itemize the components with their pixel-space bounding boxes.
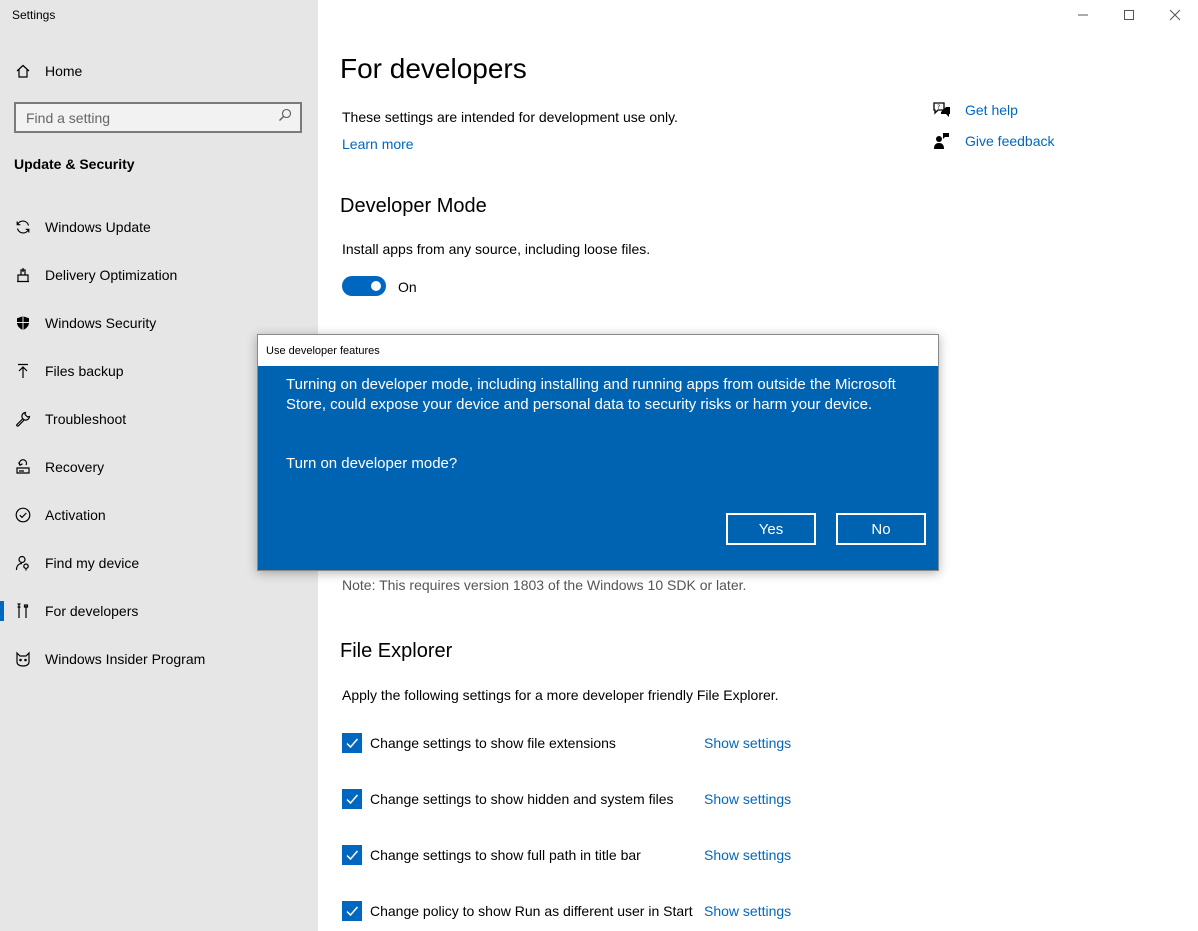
check-circle-icon <box>14 506 32 524</box>
get-help-label: Get help <box>965 102 1018 118</box>
page-title: For developers <box>340 53 527 84</box>
show-settings-link-hidden-files[interactable]: Show settings <box>704 791 791 807</box>
sidebar-item-label: Troubleshoot <box>45 411 127 427</box>
sidebar-item-label: Files backup <box>45 363 124 379</box>
svg-text:?: ? <box>937 104 940 111</box>
file-explorer-heading: File Explorer <box>340 640 453 662</box>
dialog-title: Use developer features <box>258 335 938 366</box>
checkmark-icon <box>346 794 359 805</box>
setting-row-file-extensions: Change settings to show file extensions <box>342 733 616 753</box>
sdk-note: Note: This requires version 1803 of the … <box>342 577 747 593</box>
window-title: Settings <box>12 8 56 22</box>
setting-row-hidden-files: Change settings to show hidden and syste… <box>342 789 674 809</box>
sidebar-item-label: Windows Update <box>45 219 151 235</box>
wrench-icon <box>14 410 32 428</box>
get-help-link[interactable]: ? Get help <box>932 100 1018 120</box>
setting-label: Change settings to show full path in tit… <box>370 847 641 863</box>
no-button[interactable]: No <box>836 513 926 545</box>
sidebar-item-delivery-optimization[interactable]: Delivery Optimization <box>0 251 318 299</box>
sidebar-item-label: Windows Insider Program <box>45 651 206 667</box>
run-as-user-checkbox[interactable] <box>342 901 362 921</box>
sidebar-item-label: For developers <box>45 603 139 619</box>
learn-more-link[interactable]: Learn more <box>342 136 414 152</box>
developer-mode-heading: Developer Mode <box>340 195 487 217</box>
section-title: Update & Security <box>14 156 135 172</box>
sidebar-item-label: Windows Security <box>45 315 157 331</box>
upload-arrow-icon <box>14 362 32 380</box>
person-pin-icon <box>14 554 32 572</box>
sidebar-item-for-developers[interactable]: For developers <box>0 587 318 635</box>
show-settings-link-full-path[interactable]: Show settings <box>704 847 791 863</box>
home-icon <box>14 62 32 80</box>
sidebar-item-label: Find my device <box>45 555 140 571</box>
setting-label: Change policy to show Run as different u… <box>370 903 693 919</box>
sidebar-item-label: Recovery <box>45 459 105 475</box>
sidebar-item-windows-update[interactable]: Windows Update <box>0 203 318 251</box>
show-settings-link-run-as-user[interactable]: Show settings <box>704 903 791 919</box>
shield-icon <box>14 314 32 332</box>
search-icon[interactable] <box>278 108 292 127</box>
home-link[interactable]: Home <box>14 60 82 82</box>
developer-tools-icon <box>14 602 32 620</box>
give-feedback-label: Give feedback <box>965 133 1055 149</box>
setting-row-run-as-user: Change policy to show Run as different u… <box>342 901 693 921</box>
sidebar-item-label: Delivery Optimization <box>45 267 178 283</box>
sidebar-item-windows-insider-program[interactable]: Windows Insider Program <box>0 635 318 683</box>
show-settings-link-file-extensions[interactable]: Show settings <box>704 735 791 751</box>
chat-help-icon: ? <box>932 100 952 120</box>
search-input[interactable] <box>26 109 278 126</box>
delivery-icon <box>14 266 32 284</box>
file-explorer-description: Apply the following settings for a more … <box>342 687 779 703</box>
checkmark-icon <box>346 850 359 861</box>
setting-label: Change settings to show file extensions <box>370 735 616 751</box>
toggle-knob <box>371 281 381 291</box>
insider-cat-icon <box>14 650 32 668</box>
file-extensions-checkbox[interactable] <box>342 733 362 753</box>
yes-button[interactable]: Yes <box>726 513 816 545</box>
feedback-person-icon <box>932 131 952 151</box>
setting-row-full-path: Change settings to show full path in tit… <box>342 845 641 865</box>
developer-mode-description: Install apps from any source, including … <box>342 241 651 257</box>
developer-features-dialog: Use developer features Turning on develo… <box>257 334 939 571</box>
full-path-checkbox[interactable] <box>342 845 362 865</box>
refresh-icon <box>14 218 32 236</box>
dialog-message: Turning on developer mode, including ins… <box>286 376 896 413</box>
dialog-question: Turn on developer mode? <box>286 455 458 472</box>
home-label: Home <box>45 63 83 79</box>
recovery-icon <box>14 458 32 476</box>
setting-label: Change settings to show hidden and syste… <box>370 791 674 807</box>
hidden-files-checkbox[interactable] <box>342 789 362 809</box>
developer-mode-toggle[interactable] <box>342 276 386 296</box>
search-box[interactable] <box>14 102 302 133</box>
checkmark-icon <box>346 738 359 749</box>
checkmark-icon <box>346 906 359 917</box>
intro-text: These settings are intended for developm… <box>342 109 678 125</box>
give-feedback-link[interactable]: Give feedback <box>932 131 1055 151</box>
sidebar-item-label: Activation <box>45 507 106 523</box>
toggle-state-label: On <box>398 279 417 295</box>
